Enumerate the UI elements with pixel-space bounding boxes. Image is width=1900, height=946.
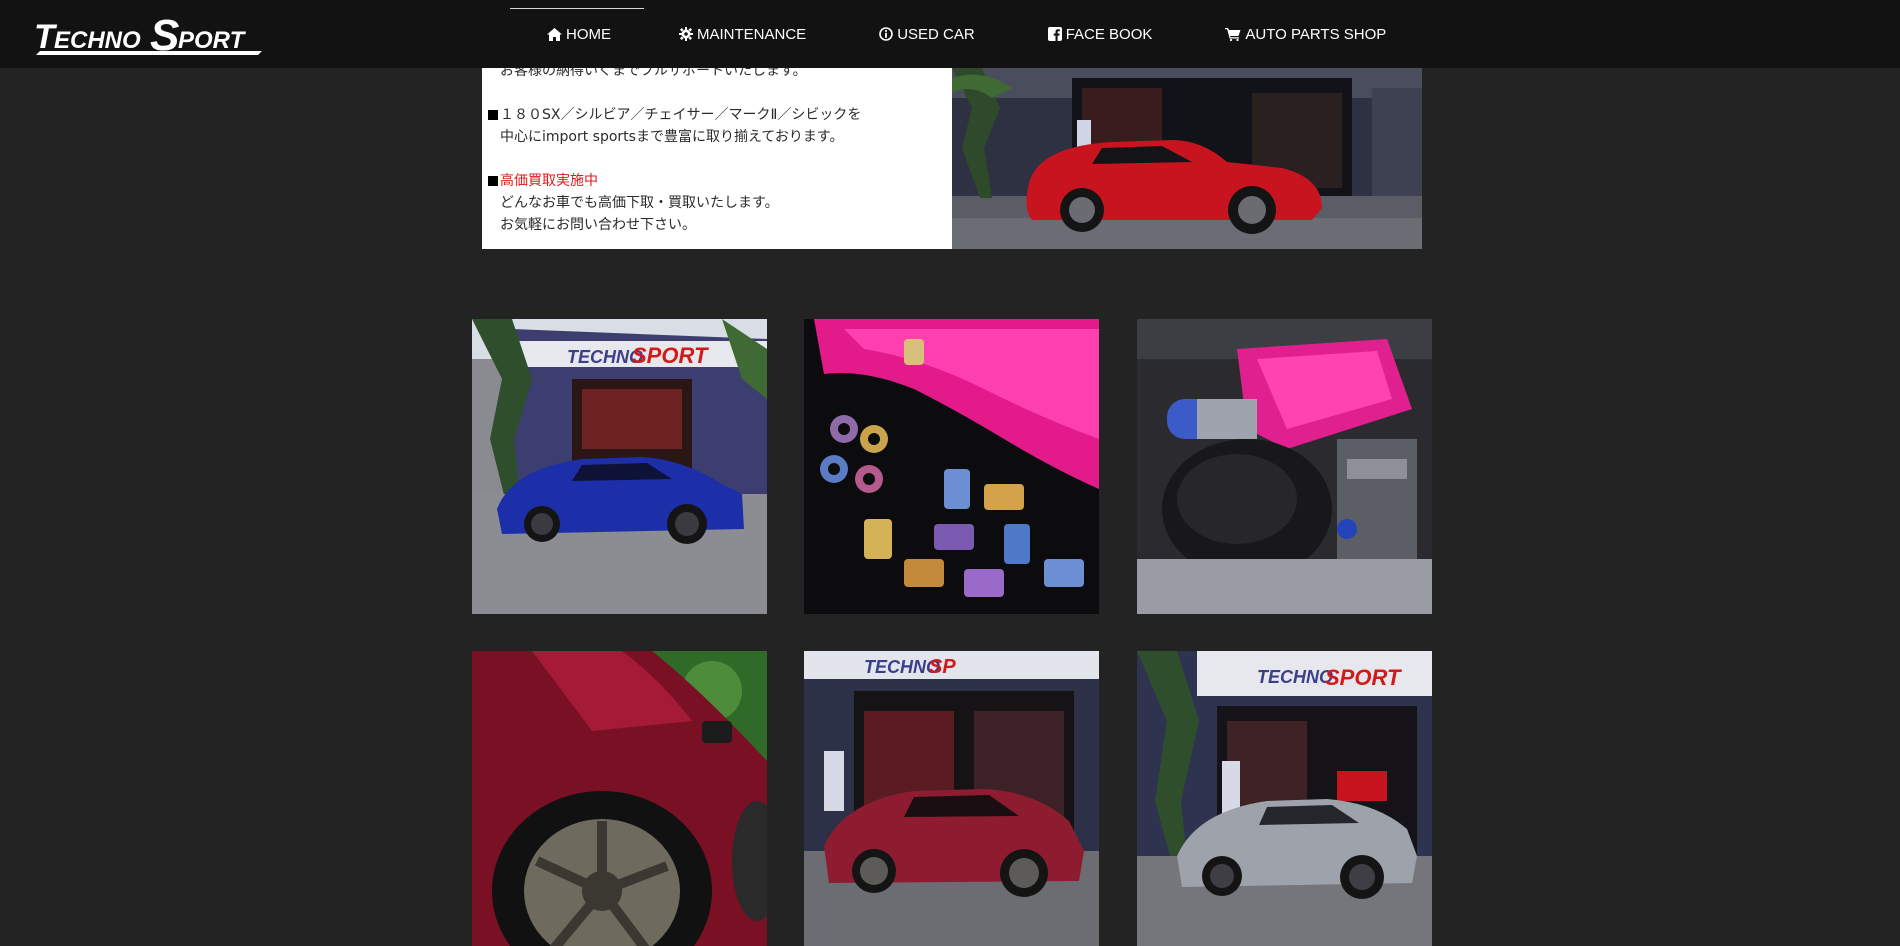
nav-auto-parts-shop[interactable]: AUTO PARTS SHOP [1225,0,1386,68]
nav-home-label: HOME [566,25,611,43]
gallery-photo-titanium-lug-nuts[interactable] [804,319,1099,614]
svg-text:SPORT: SPORT [1325,665,1402,690]
gallery-photo-blue-chaser[interactable]: TECHNO SPORT [472,319,767,614]
info-line-buyback-title: 高価買取実施中 [500,173,598,189]
info-icon [879,27,893,41]
svg-text:TECHNO: TECHNO [1257,667,1333,687]
nav-facebook-label: FACE BOOK [1065,25,1153,43]
banner-photo-red-silvia [952,68,1422,249]
svg-text:SPORT: SPORT [632,343,709,368]
facebook-icon [1047,27,1062,41]
nav-maintenance-label: MAINTENANCE [697,25,807,43]
svg-text:PORT: PORT [178,27,247,54]
info-line-contact: お気軽にお問い合わせ下さい。 [500,217,696,233]
info-line-models: １８０SX／シルビア／チェイサー／マークⅡ／シビックを [500,107,862,123]
bullet-square-icon [488,110,498,120]
nav-auto-parts-shop-label: AUTO PARTS SHOP [1245,25,1387,43]
nav-maintenance[interactable]: MAINTENANCE [679,0,806,68]
nav-home[interactable]: HOME [510,0,644,68]
techno-sport-logo[interactable]: T ECHNO S PORT [32,8,332,60]
info-line-tradein: どんなお車でも高価下取・買取いたします。 [500,195,779,211]
gallery-photo-pink-engine-bay[interactable] [1137,319,1432,614]
svg-text:SP: SP [929,656,956,678]
info-text-banner: お客様の納得いくまでフルサポートいたします。 １８０SX／シルビア／チェイサー／… [482,68,952,249]
gear-icon [679,27,693,41]
gallery-photo-red-silvia-garage[interactable]: TECHNO SP [804,651,1099,946]
info-line-support: お客様の納得いくまでフルサポートいたします。 [500,68,807,79]
gallery-photo-silver-silvia-garage[interactable]: TECHNO SPORT [1137,651,1432,946]
cart-icon [1225,27,1241,41]
nav-facebook[interactable]: FACE BOOK [1047,0,1153,68]
main-nav: HOME MAINTENANCE USED CAR FACE BOOK AUTO… [510,0,1386,68]
nav-used-car[interactable]: USED CAR [879,0,975,68]
svg-text:ECHNO: ECHNO [54,27,141,54]
info-line-import: 中心にimport sportsまで豊富に取り揃えております。 [500,129,844,145]
site-header: T ECHNO S PORT HOME MAINTENANCE USED CAR… [0,0,1900,68]
home-icon [547,27,562,41]
bullet-square-icon [488,176,498,186]
nav-used-car-label: USED CAR [897,25,975,43]
gallery-photo-red-silvia-wheel[interactable] [472,651,767,946]
